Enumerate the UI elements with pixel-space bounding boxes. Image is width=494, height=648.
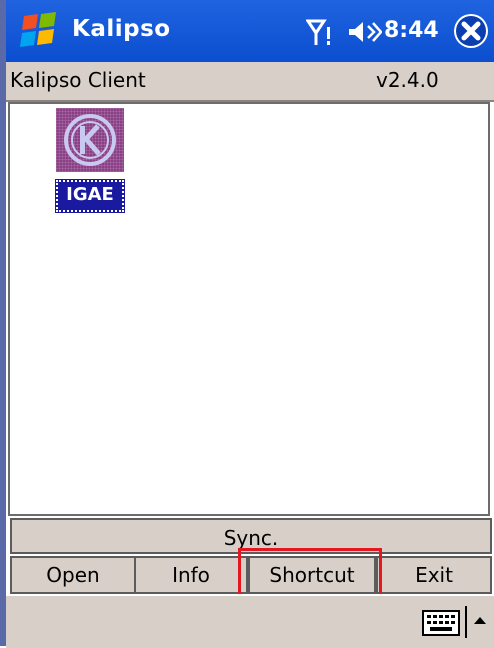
volume-icon[interactable] (346, 17, 382, 47)
sync-button[interactable]: Sync. (10, 518, 492, 554)
title-bar: Kalipso 8:44 (6, 0, 494, 62)
close-icon (456, 16, 486, 46)
input-panel-divider (465, 606, 467, 638)
windows-start-icon[interactable] (18, 10, 64, 50)
clock[interactable]: 8:44 (384, 18, 439, 43)
sync-label: Sync. (223, 526, 279, 550)
app-list-area: IGAE (8, 102, 490, 516)
action-button-row: Open Info Shortcut Exit (10, 556, 492, 594)
open-button[interactable]: Open (10, 556, 136, 594)
kalipso-app-icon[interactable] (56, 108, 124, 172)
signal-icon[interactable] (306, 17, 340, 47)
igae-app-icon[interactable]: IGAE (55, 179, 125, 213)
shortcut-button[interactable]: Shortcut (248, 556, 376, 594)
version-label: v2.4.0 (376, 68, 439, 92)
window-title: Kalipso (72, 16, 171, 42)
menu-bar (6, 594, 494, 648)
igae-logo-label: IGAE (66, 184, 114, 205)
chevron-up-icon[interactable] (472, 614, 488, 626)
exit-button[interactable]: Exit (376, 556, 492, 594)
kalipso-k-logo-icon (64, 114, 116, 166)
app-name-label: Kalipso Client (10, 68, 146, 92)
keyboard-icon[interactable] (422, 610, 460, 636)
app-header: Kalipso Client v2.4.0 (6, 62, 494, 102)
close-button[interactable] (454, 14, 488, 48)
info-button[interactable]: Info (134, 556, 248, 594)
